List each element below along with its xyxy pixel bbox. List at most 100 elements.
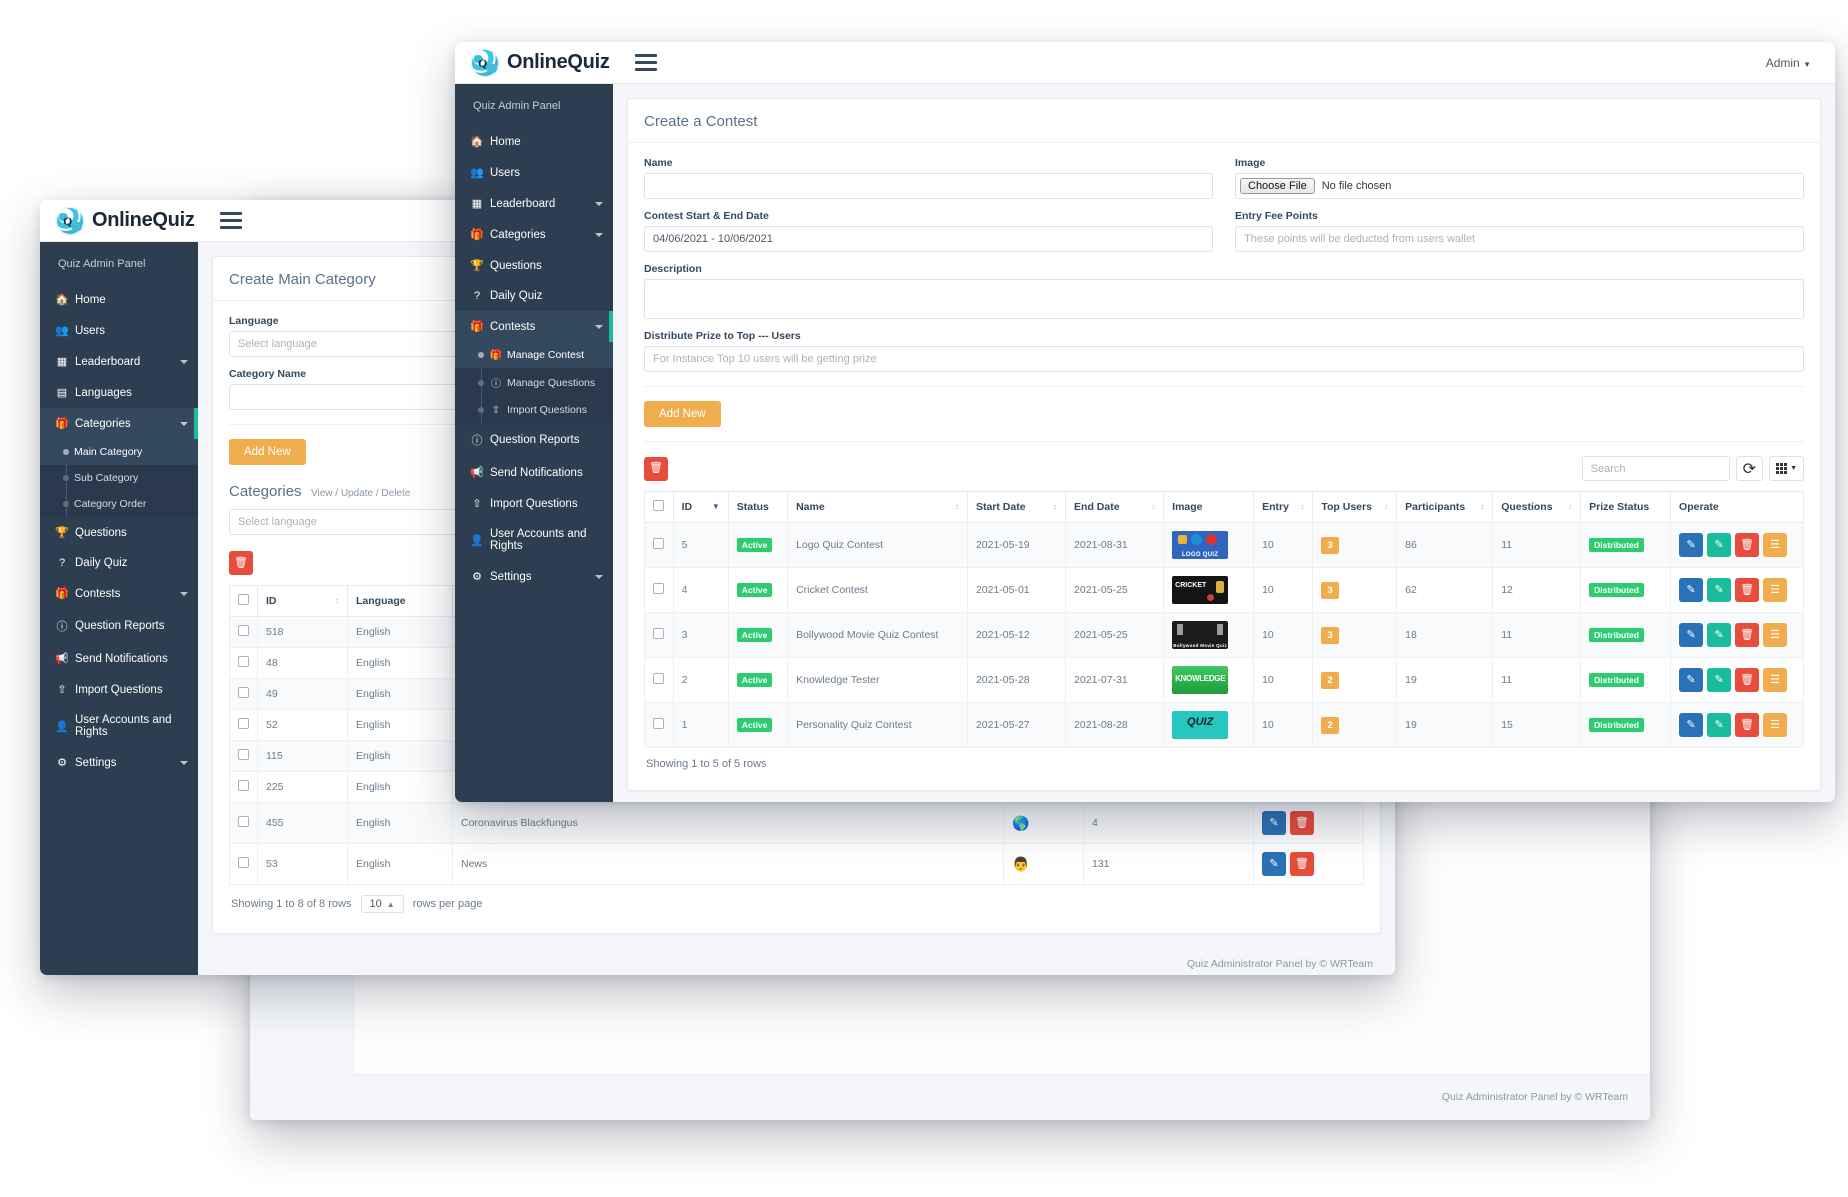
row-checkbox-cell[interactable]: [230, 844, 258, 885]
row-checkbox[interactable]: [653, 628, 664, 639]
edit-alt-button[interactable]: ✎: [1707, 623, 1731, 647]
select-all-checkbox[interactable]: [238, 594, 249, 605]
description-textarea[interactable]: [644, 279, 1804, 319]
col-id[interactable]: ID↕: [258, 586, 348, 617]
row-checkbox[interactable]: [653, 538, 664, 549]
sidebar-item-question-reports[interactable]: ⓘ Question Reports: [455, 423, 613, 457]
col-language[interactable]: Language: [348, 586, 453, 617]
sidebar-item-contests[interactable]: 🎁 Contests: [455, 311, 613, 342]
sidebar-subitem-import-questions[interactable]: ⇧ Import Questions: [455, 397, 613, 423]
sidebar-subitem-category-order[interactable]: Category Order: [40, 491, 198, 517]
sidebar-item-leaderboard[interactable]: ▦ Leaderboard: [455, 188, 613, 219]
sidebar-subitem-manage-questions[interactable]: ⓘ Manage Questions: [455, 368, 613, 397]
rows-per-page-select[interactable]: 10 ▲: [361, 895, 404, 913]
edit-button[interactable]: ✎: [1679, 623, 1703, 647]
row-checkbox[interactable]: [238, 687, 249, 698]
row-checkbox-cell[interactable]: [230, 617, 258, 648]
sidebar-item-send-notifications[interactable]: 📢 Send Notifications: [455, 457, 613, 488]
row-checkbox[interactable]: [238, 625, 249, 636]
sidebar-item-categories[interactable]: 🎁 Categories: [40, 408, 198, 439]
row-checkbox-cell[interactable]: [645, 658, 674, 703]
admin-dropdown[interactable]: Admin ▼: [1766, 56, 1811, 70]
col-participants[interactable]: Participants↕: [1397, 492, 1493, 523]
row-checkbox[interactable]: [238, 780, 249, 791]
sidebar-item-questions[interactable]: 🏆 Questions: [455, 250, 613, 281]
row-checkbox-cell[interactable]: [230, 710, 258, 741]
row-checkbox-cell[interactable]: [230, 803, 258, 844]
row-checkbox[interactable]: [238, 656, 249, 667]
table-row[interactable]: 5 Active Logo Quiz Contest 2021-05-19 20…: [645, 523, 1804, 568]
name-input[interactable]: [644, 173, 1213, 199]
edit-alt-button[interactable]: ✎: [1707, 533, 1731, 557]
col-prize-status[interactable]: Prize Status: [1581, 492, 1671, 523]
add-new-button[interactable]: Add New: [644, 401, 721, 427]
row-checkbox-cell[interactable]: [645, 613, 674, 658]
col-end-date[interactable]: End Date↕: [1066, 492, 1164, 523]
edit-alt-button[interactable]: ✎: [1707, 713, 1731, 737]
col-start-date[interactable]: Start Date↕: [967, 492, 1065, 523]
edit-button[interactable]: ✎: [1262, 852, 1286, 876]
date-range-input[interactable]: 04/06/2021 - 10/06/2021: [644, 226, 1213, 252]
col-image[interactable]: Image: [1164, 492, 1254, 523]
col-id[interactable]: ID▼: [673, 492, 728, 523]
refresh-button[interactable]: ⟳: [1736, 456, 1763, 481]
sidebar-item-users[interactable]: 👥 Users: [455, 157, 613, 188]
list-button[interactable]: ☰: [1763, 713, 1787, 737]
col-name[interactable]: Name↕: [788, 492, 968, 523]
delete-button[interactable]: 🗑: [1290, 852, 1314, 876]
menu-toggle-icon[interactable]: [635, 54, 657, 71]
sidebar-item-leaderboard[interactable]: ▦ Leaderboard: [40, 346, 198, 377]
entry-fee-input[interactable]: These points will be deducted from users…: [1235, 226, 1804, 252]
row-checkbox-cell[interactable]: [230, 648, 258, 679]
col-questions[interactable]: Questions↕: [1493, 492, 1581, 523]
table-row[interactable]: 4 Active Cricket Contest 2021-05-01 2021…: [645, 568, 1804, 613]
table-row[interactable]: 53 English News 👨 131 ✎ 🗑: [230, 844, 1364, 885]
edit-alt-button[interactable]: ✎: [1707, 668, 1731, 692]
list-button[interactable]: ☰: [1763, 533, 1787, 557]
edit-button[interactable]: ✎: [1679, 713, 1703, 737]
row-checkbox-cell[interactable]: [645, 703, 674, 748]
row-checkbox-cell[interactable]: [645, 568, 674, 613]
col-operate[interactable]: Operate: [1671, 492, 1804, 523]
table-row[interactable]: 3 Active Bollywood Movie Quiz Contest 20…: [645, 613, 1804, 658]
add-new-button[interactable]: Add New: [229, 439, 306, 465]
col-entry[interactable]: Entry↕: [1254, 492, 1313, 523]
delete-button[interactable]: 🗑: [1735, 668, 1759, 692]
delete-button[interactable]: 🗑: [1735, 533, 1759, 557]
sidebar-item-user-accounts-and-rights[interactable]: 👤 User Accounts and Rights: [40, 705, 198, 747]
select-all-checkbox[interactable]: [653, 500, 664, 511]
row-checkbox[interactable]: [653, 673, 664, 684]
sidebar-item-import-questions[interactable]: ⇧ Import Questions: [40, 674, 198, 705]
sidebar-subitem-sub-category[interactable]: Sub Category: [40, 465, 198, 491]
col-status[interactable]: Status: [728, 492, 787, 523]
sidebar-item-languages[interactable]: ▤ Languages: [40, 377, 198, 408]
row-checkbox[interactable]: [238, 718, 249, 729]
sidebar-item-contests[interactable]: 🎁 Contests: [40, 578, 198, 609]
edit-button[interactable]: ✎: [1262, 811, 1286, 835]
table-row[interactable]: 455 English Coronavirus Blackfungus 🌎 4 …: [230, 803, 1364, 844]
sidebar-item-question-reports[interactable]: ⓘ Question Reports: [40, 609, 198, 643]
edit-button[interactable]: ✎: [1679, 578, 1703, 602]
column-toggle-button[interactable]: ▼: [1769, 456, 1804, 481]
sidebar-item-user-accounts-and-rights[interactable]: 👤 User Accounts and Rights: [455, 519, 613, 561]
sidebar-item-daily-quiz[interactable]: ? Daily Quiz: [455, 281, 613, 311]
table-row[interactable]: 1 Active Personality Quiz Contest 2021-0…: [645, 703, 1804, 748]
delete-button[interactable]: 🗑: [1290, 811, 1314, 835]
sidebar-item-users[interactable]: 👥 Users: [40, 315, 198, 346]
col-top-users[interactable]: Top Users↕: [1313, 492, 1397, 523]
search-input[interactable]: Search: [1582, 456, 1730, 481]
sidebar-item-home[interactable]: 🏠 Home: [40, 284, 198, 315]
sidebar-subitem-manage-contest[interactable]: 🎁 Manage Contest: [455, 342, 613, 368]
row-checkbox[interactable]: [653, 583, 664, 594]
row-checkbox-cell[interactable]: [230, 772, 258, 803]
front-brand-logo-box[interactable]: Q OnlineQuiz: [455, 42, 613, 84]
edit-alt-button[interactable]: ✎: [1707, 578, 1731, 602]
row-checkbox-cell[interactable]: [230, 679, 258, 710]
row-checkbox[interactable]: [653, 718, 664, 729]
edit-button[interactable]: ✎: [1679, 533, 1703, 557]
bulk-delete-button[interactable]: 🗑: [644, 457, 668, 481]
select-all-header[interactable]: [230, 586, 258, 617]
table-row[interactable]: 2 Active Knowledge Tester 2021-05-28 202…: [645, 658, 1804, 703]
sidebar-item-import-questions[interactable]: ⇧ Import Questions: [455, 488, 613, 519]
sidebar-item-categories[interactable]: 🎁 Categories: [455, 219, 613, 250]
